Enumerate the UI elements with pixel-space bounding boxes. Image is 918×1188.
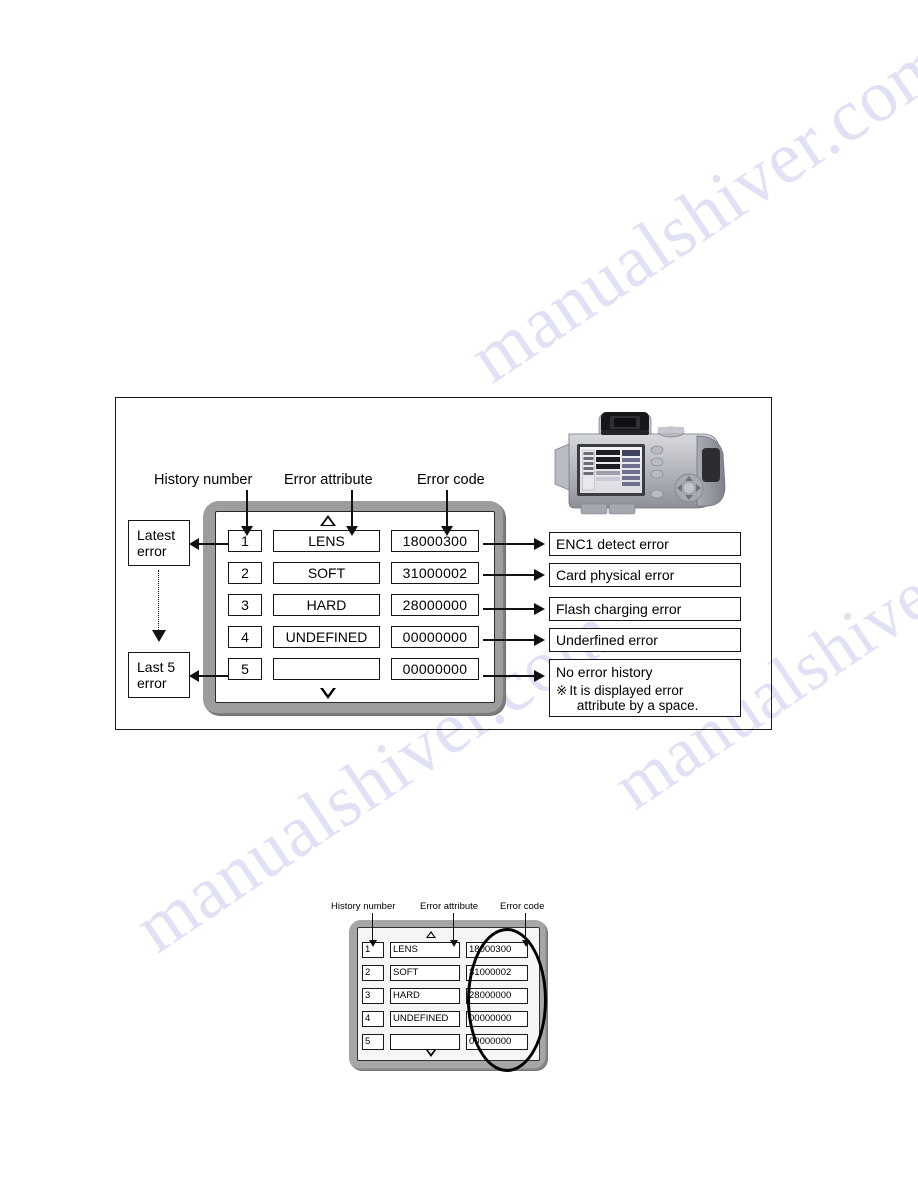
note-line-2: attribute by a space. — [576, 698, 699, 713]
dotted-flow-line — [158, 570, 159, 632]
arrow-right-icon — [534, 670, 545, 682]
note-line-1: It is displayed error — [569, 683, 684, 698]
arrow-left-icon — [189, 538, 199, 550]
cell-error-attribute: LENS — [273, 530, 380, 552]
error-description-title: No error history — [556, 664, 653, 680]
cell-history-number: 2 — [362, 965, 384, 981]
cell-error-attribute: HARD — [390, 988, 460, 1004]
connector-line-error-1 — [483, 543, 535, 545]
arrow-down-icon — [449, 940, 458, 947]
error-code-highlight-ellipse — [467, 928, 547, 1072]
connector-line-latest-error — [198, 543, 228, 545]
connector-line-last5-error — [198, 675, 228, 677]
annotation-line: Last 5 — [137, 659, 176, 675]
arrow-right-icon — [534, 634, 545, 646]
cell-history-number: 3 — [228, 594, 262, 616]
connector-line-error-5 — [483, 675, 535, 677]
label-error-code: Error code — [417, 472, 485, 488]
reference-mark-icon: ※ — [556, 683, 568, 698]
arrow-down-icon — [368, 940, 377, 947]
detail-pointer-line-error-attribute — [453, 913, 455, 941]
label-error-attribute: Error attribute — [284, 472, 373, 488]
detail-pointer-line-error-code — [525, 913, 527, 941]
table-row[interactable]: 5 00000000 — [228, 658, 483, 680]
camera-rear-view-image — [554, 412, 726, 515]
cell-error-attribute — [390, 1034, 460, 1050]
cell-error-code: 31000002 — [391, 562, 479, 584]
cell-history-number: 5 — [228, 658, 262, 680]
error-description-2: Card physical error — [549, 563, 741, 587]
annotation-latest-error: Latest error — [128, 520, 190, 566]
error-description-1: ENC1 detect error — [549, 532, 741, 556]
error-description-3: Flash charging error — [549, 597, 741, 621]
scroll-down-triangle-icon[interactable] — [320, 688, 336, 699]
cell-history-number: 4 — [362, 1011, 384, 1027]
arrow-right-icon — [534, 538, 545, 550]
connector-line-error-3 — [483, 608, 535, 610]
cell-error-code: 18000300 — [391, 530, 479, 552]
connector-line-error-2 — [483, 574, 535, 576]
connector-line-error-4 — [483, 639, 535, 641]
detail-scroll-down-triangle-icon[interactable] — [426, 1050, 436, 1057]
table-row[interactable]: 4 UNDEFINED 00000000 — [228, 626, 483, 648]
cell-error-attribute: UNDEFINED — [390, 1011, 460, 1027]
annotation-last-5-error: Last 5 error — [128, 652, 190, 698]
error-history-table: 1 LENS 18000300 2 SOFT 31000002 3 HARD 2… — [228, 530, 483, 680]
arrow-right-icon — [534, 603, 545, 615]
arrow-down-icon — [521, 940, 530, 947]
cell-error-code: 00000000 — [391, 658, 479, 680]
annotation-line: error — [137, 675, 167, 691]
label-history-number: History number — [154, 472, 253, 488]
cell-history-number: 3 — [362, 988, 384, 1004]
pointer-line-error-code — [446, 490, 448, 528]
arrow-right-icon — [534, 569, 545, 581]
annotation-line: error — [137, 543, 167, 559]
detail-label-error-code: Error code — [500, 901, 545, 912]
watermark-text: manualshiver.com — [455, 19, 918, 399]
cell-history-number: 5 — [362, 1034, 384, 1050]
arrow-down-icon — [241, 526, 253, 536]
arrow-down-icon — [152, 630, 166, 642]
arrow-down-icon — [346, 526, 358, 536]
arrow-left-icon — [189, 670, 199, 682]
detail-scroll-up-triangle-icon[interactable] — [426, 931, 436, 938]
table-row[interactable]: 2 SOFT 31000002 — [228, 562, 483, 584]
scroll-up-triangle-icon[interactable] — [320, 515, 336, 526]
pointer-line-error-attribute — [351, 490, 353, 528]
cell-history-number: 4 — [228, 626, 262, 648]
cell-error-code: 28000000 — [391, 594, 479, 616]
cell-error-attribute: SOFT — [390, 965, 460, 981]
error-description-5: No error history ※ It is displayed error… — [549, 659, 741, 717]
detail-label-error-attribute: Error attribute — [420, 901, 479, 912]
cell-error-code: 00000000 — [391, 626, 479, 648]
cell-error-attribute: UNDEFINED — [273, 626, 380, 648]
arrow-down-icon — [441, 526, 453, 536]
cell-history-number: 2 — [228, 562, 262, 584]
pointer-line-history-number — [246, 490, 248, 528]
error-description-note: ※ It is displayed error attribute by a s… — [556, 683, 734, 713]
table-row[interactable]: 3 HARD 28000000 — [228, 594, 483, 616]
annotation-line: Latest — [137, 527, 176, 543]
cell-error-attribute — [273, 658, 380, 680]
cell-error-attribute: HARD — [273, 594, 380, 616]
error-description-4: Underfined error — [549, 628, 741, 652]
detail-pointer-line-history-number — [372, 913, 374, 941]
cell-error-attribute: SOFT — [273, 562, 380, 584]
detail-label-history-number: History number — [331, 901, 396, 912]
